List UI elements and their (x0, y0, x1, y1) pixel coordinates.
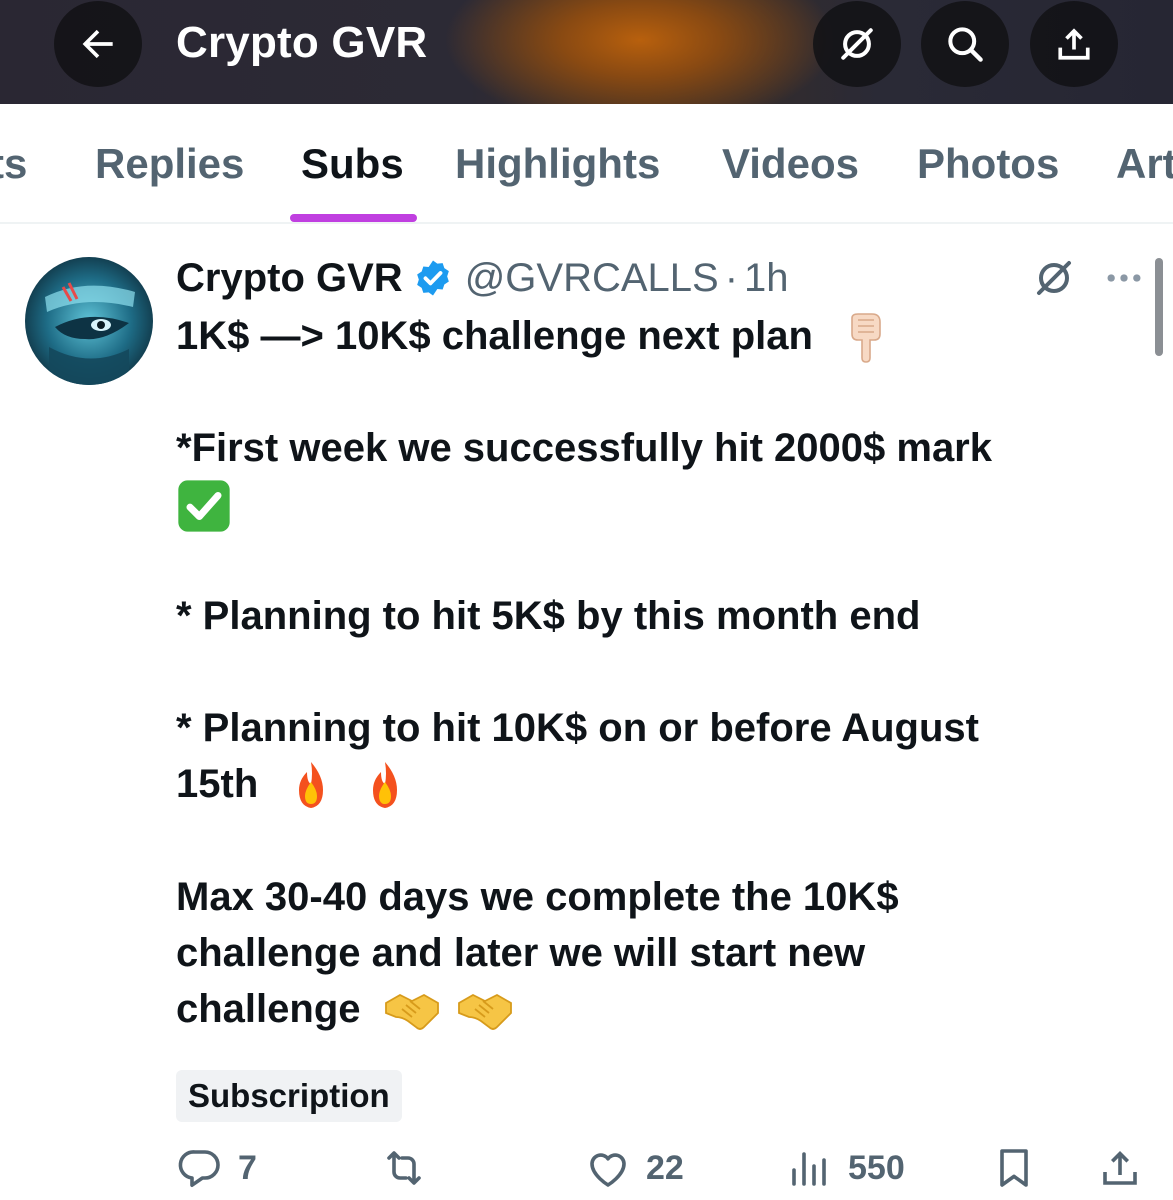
separator-dot: · (724, 255, 739, 300)
like-count: 22 (646, 1148, 684, 1187)
post-text-line: * Planning to hit 10K$ on or before Augu… (176, 706, 979, 750)
handshake-emoji-icon (457, 994, 512, 1031)
post-text-line (176, 476, 232, 534)
post-header: Crypto GVR @GVRCALLS · 1h (176, 252, 789, 304)
share-icon (1058, 28, 1090, 60)
back-button[interactable] (54, 1, 142, 87)
page-title: Crypto GVR (176, 18, 428, 67)
pointing-down-emoji-icon (851, 313, 881, 364)
top-bar: Crypto GVR (0, 0, 1173, 104)
grok-icon (841, 28, 873, 60)
reply-button[interactable]: 7 (176, 1142, 257, 1194)
tab-photos[interactable]: Photos (917, 140, 1059, 188)
tab-posts[interactable]: ts (0, 140, 27, 188)
search-button[interactable] (921, 1, 1009, 87)
profile-tabs: ts Replies Subs Highlights Videos Photos… (0, 104, 1173, 224)
fire-emoji-icon (299, 762, 324, 809)
reply-icon (178, 1150, 220, 1187)
like-button[interactable]: 22 (584, 1142, 684, 1194)
subscription-badge: Subscription (176, 1070, 402, 1122)
heart-icon (590, 1153, 626, 1187)
tab-articles[interactable]: Art (1116, 140, 1173, 188)
share-button[interactable] (1030, 1, 1118, 87)
tab-subs[interactable]: Subs (301, 140, 404, 188)
view-count: 550 (848, 1148, 905, 1187)
views-chart-icon (792, 1152, 826, 1186)
post-time[interactable]: 1h (744, 256, 789, 301)
repost-button[interactable] (380, 1142, 442, 1194)
handshake-emoji-icon (384, 994, 439, 1031)
scrollbar[interactable] (1155, 258, 1163, 356)
post-text-line: *First week we successfully hit 2000$ ma… (176, 426, 992, 470)
check-mark-emoji-icon (178, 480, 230, 533)
tab-replies[interactable]: Replies (95, 140, 244, 188)
post-text-line: challenge (176, 981, 513, 1037)
tab-highlights[interactable]: Highlights (455, 140, 660, 188)
active-tab-indicator (290, 214, 417, 222)
more-options-icon[interactable] (1102, 256, 1146, 300)
share-icon (1103, 1151, 1137, 1185)
bookmark-icon (1000, 1149, 1028, 1187)
author-handle[interactable]: @GVRCALLS (465, 256, 719, 301)
reply-count: 7 (238, 1148, 257, 1187)
back-arrow-icon (82, 29, 113, 59)
post-text-line: challenge and later we will start new (176, 931, 866, 975)
share-post-button[interactable] (1096, 1142, 1144, 1194)
post-text-line: 15th (176, 756, 409, 814)
author-avatar[interactable] (25, 257, 153, 385)
post-text-line: Max 30-40 days we complete the 10K$ (176, 875, 899, 919)
views-button[interactable]: 550 (786, 1142, 905, 1194)
author-name[interactable]: Crypto GVR (176, 256, 403, 301)
search-icon (948, 27, 983, 62)
grok-icon[interactable] (1030, 254, 1078, 302)
repost-icon (387, 1151, 421, 1185)
grok-button[interactable] (813, 1, 901, 87)
bookmark-button[interactable] (990, 1142, 1038, 1194)
tab-videos[interactable]: Videos (722, 140, 859, 188)
fire-emoji-icon (372, 762, 397, 809)
verified-badge-icon (416, 260, 449, 296)
post-text-line: 1K$ —> 10K$ challenge next plan (176, 308, 890, 366)
post-text-line: * Planning to hit 5K$ by this month end (176, 594, 921, 638)
